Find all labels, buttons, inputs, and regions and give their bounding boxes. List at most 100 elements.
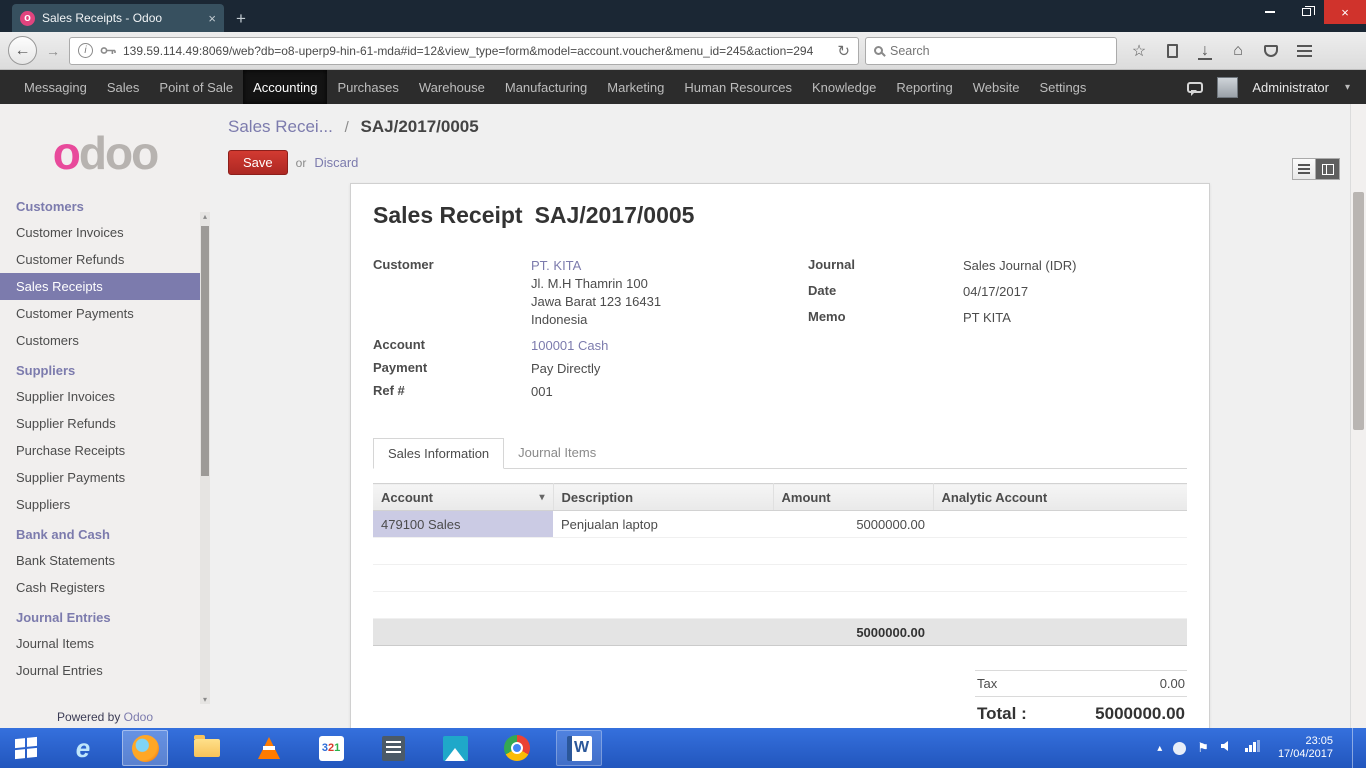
sidebar-item-cash-registers[interactable]: Cash Registers: [0, 574, 200, 601]
breadcrumb-parent[interactable]: Sales Recei...: [228, 117, 333, 136]
taskbar-vlc-button[interactable]: [246, 730, 292, 766]
cell-analytic[interactable]: [933, 510, 1187, 538]
pocket-icon[interactable]: [1261, 41, 1281, 61]
save-button[interactable]: Save: [228, 150, 288, 175]
sidebar-item-customer-refunds[interactable]: Customer Refunds: [0, 246, 200, 273]
sidebar-item-supplier-refunds[interactable]: Supplier Refunds: [0, 410, 200, 437]
nav-item-warehouse[interactable]: Warehouse: [409, 70, 495, 104]
nav-item-sales[interactable]: Sales: [97, 70, 150, 104]
chevron-down-icon[interactable]: ▾: [1345, 82, 1350, 93]
page-scroll-thumb[interactable]: [1353, 192, 1364, 430]
sidebar-item-sales-receipts[interactable]: Sales Receipts: [0, 273, 200, 300]
menu-icon[interactable]: [1294, 41, 1314, 61]
sidebar-item-purchase-receipts[interactable]: Purchase Receipts: [0, 437, 200, 464]
header-analytic-account[interactable]: Analytic Account: [933, 483, 1187, 511]
powered-by-brand[interactable]: Odoo: [124, 710, 153, 724]
tab-journal-items[interactable]: Journal Items: [504, 438, 610, 468]
empty-table-row[interactable]: [373, 537, 1187, 565]
cell-description[interactable]: Penjualan laptop: [553, 510, 773, 538]
url-text[interactable]: 139.59.114.49:8069/web?db=o8-uperp9-hin-…: [123, 44, 830, 58]
nav-item-purchases[interactable]: Purchases: [327, 70, 408, 104]
sidebar-item-supplier-invoices[interactable]: Supplier Invoices: [0, 383, 200, 410]
empty-cell[interactable]: [773, 564, 933, 592]
memo-value[interactable]: PT KITA: [963, 309, 1011, 327]
taskbar-clock[interactable]: 23:05 17/04/2017: [1272, 735, 1333, 761]
sidebar-item-customer-invoices[interactable]: Customer Invoices: [0, 219, 200, 246]
tab-close-icon[interactable]: ×: [208, 11, 216, 26]
nav-item-manufacturing[interactable]: Manufacturing: [495, 70, 597, 104]
nav-item-settings[interactable]: Settings: [1029, 70, 1096, 104]
empty-cell[interactable]: [933, 564, 1187, 592]
nav-item-website[interactable]: Website: [963, 70, 1030, 104]
action-center-flag-icon[interactable]: ⚑: [1197, 740, 1209, 756]
window-minimize-button[interactable]: [1252, 0, 1288, 24]
nav-item-human-resources[interactable]: Human Resources: [674, 70, 802, 104]
empty-cell[interactable]: [773, 537, 933, 565]
volume-icon[interactable]: [1220, 739, 1234, 757]
payment-value[interactable]: Pay Directly: [531, 360, 600, 378]
nav-item-messaging[interactable]: Messaging: [14, 70, 97, 104]
reload-icon[interactable]: ↻: [837, 42, 850, 60]
journal-value[interactable]: Sales Journal (IDR): [963, 257, 1076, 275]
form-view-button[interactable]: [1316, 158, 1340, 180]
sidebar-item-journal-entries[interactable]: Journal Entries: [0, 657, 200, 684]
account-link[interactable]: 100001 Cash: [531, 338, 608, 353]
new-tab-button[interactable]: +: [224, 9, 258, 32]
taskbar-media-player-button[interactable]: 321: [308, 730, 354, 766]
nav-item-reporting[interactable]: Reporting: [886, 70, 962, 104]
downloads-icon[interactable]: ↓: [1195, 41, 1215, 61]
list-view-button[interactable]: [1292, 158, 1316, 180]
nav-item-marketing[interactable]: Marketing: [597, 70, 674, 104]
sidebar-item-bank-statements[interactable]: Bank Statements: [0, 547, 200, 574]
user-menu[interactable]: Administrator: [1252, 80, 1329, 95]
window-close-button[interactable]: ×: [1324, 0, 1366, 24]
empty-cell[interactable]: [553, 591, 773, 619]
network-icon[interactable]: [1244, 739, 1261, 757]
taskbar-ie-button[interactable]: e: [60, 730, 106, 766]
window-restore-button[interactable]: [1288, 0, 1324, 24]
empty-cell[interactable]: [933, 591, 1187, 619]
nav-item-accounting[interactable]: Accounting: [243, 70, 328, 104]
bookmark-star-icon[interactable]: ☆: [1129, 41, 1149, 61]
taskbar-notes-button[interactable]: [370, 730, 416, 766]
home-icon[interactable]: ⌂: [1228, 41, 1248, 61]
date-value[interactable]: 04/17/2017: [963, 283, 1028, 301]
messages-icon[interactable]: [1187, 81, 1204, 96]
column-dropdown-icon[interactable]: ▾: [539, 492, 544, 503]
tab-sales-information[interactable]: Sales Information: [373, 438, 505, 469]
sidebar-item-suppliers[interactable]: Suppliers: [0, 491, 200, 518]
tray-expand-icon[interactable]: ▴: [1157, 743, 1162, 754]
empty-cell[interactable]: [553, 537, 773, 565]
sidebar-scroll-thumb[interactable]: [201, 226, 209, 476]
empty-cell[interactable]: [373, 564, 553, 592]
browser-search-field[interactable]: [865, 36, 1117, 65]
empty-cell[interactable]: [373, 591, 553, 619]
taskbar-word-button[interactable]: W: [556, 730, 602, 766]
empty-cell[interactable]: [933, 537, 1187, 565]
account-value[interactable]: 100001 Cash: [531, 337, 608, 355]
sidebar-item-customer-payments[interactable]: Customer Payments: [0, 300, 200, 327]
taskbar-explorer-button[interactable]: [184, 730, 230, 766]
empty-cell[interactable]: [773, 591, 933, 619]
empty-table-row[interactable]: [373, 591, 1187, 619]
sidebar-item-customers[interactable]: Customers: [0, 327, 200, 354]
header-description[interactable]: Description: [553, 483, 774, 511]
taskbar-firefox-button[interactable]: [122, 730, 168, 766]
empty-table-row[interactable]: [373, 564, 1187, 592]
empty-cell[interactable]: [553, 564, 773, 592]
ref-value[interactable]: 001: [531, 383, 553, 401]
page-scrollbar[interactable]: [1350, 104, 1366, 728]
scroll-down-icon[interactable]: ▾: [200, 695, 210, 704]
search-input[interactable]: [890, 43, 1108, 58]
sidebar-item-supplier-payments[interactable]: Supplier Payments: [0, 464, 200, 491]
show-desktop-button[interactable]: [1352, 728, 1360, 768]
discard-link[interactable]: Discard: [314, 155, 358, 170]
back-button[interactable]: ←: [8, 36, 37, 65]
taskbar-chrome-button[interactable]: [494, 730, 540, 766]
bookmarks-panel-icon[interactable]: [1162, 41, 1182, 61]
nav-item-point-of-sale[interactable]: Point of Sale: [149, 70, 243, 104]
cell-account[interactable]: 479100 Sales: [373, 510, 553, 538]
scroll-up-icon[interactable]: ▴: [200, 212, 210, 221]
empty-cell[interactable]: [373, 537, 553, 565]
sidebar-item-journal-items[interactable]: Journal Items: [0, 630, 200, 657]
